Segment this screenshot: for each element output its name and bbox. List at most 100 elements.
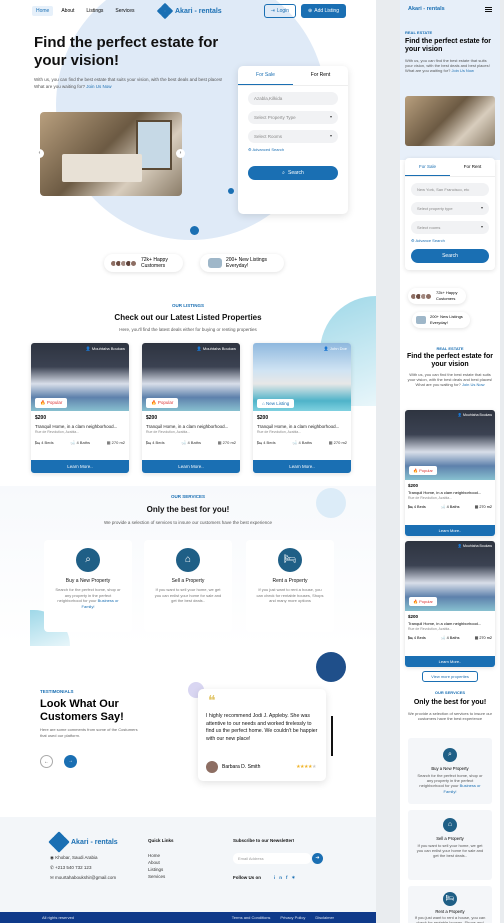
social-icons: inf✶ (274, 874, 299, 881)
author-name: Barbara D. Smith (222, 764, 261, 770)
listing-address: Rue de Revolution, Azabla... (35, 430, 80, 434)
mobile-service-buy[interactable]: ⌕ Buy a New Property Search for the perf… (408, 738, 492, 804)
listings-title: Check out our Latest Listed Properties (114, 313, 262, 322)
listing-desc: Tranquil Home, in a clam neighborhood... (408, 621, 482, 626)
mobile-advanced-search[interactable]: ⚙ Advance Search (411, 238, 489, 243)
listing-address: Rue de Revolution, Azabla... (408, 496, 453, 500)
quote-mark-icon: ❝ (208, 692, 216, 708)
nav-listings[interactable]: Listings (82, 6, 107, 16)
footer-bottom-bar: All rights reserved Terms and Conditions… (0, 912, 376, 923)
tab-for-rent[interactable]: For Rent (293, 66, 348, 85)
mobile-services-subtitle: We provide a selection of services to in… (408, 711, 492, 722)
service-card-buy[interactable]: ⌕ Buy a New Property Search for the perf… (44, 540, 132, 632)
listing-card[interactable]: 👤 Mouhtaha Boukaw 🔥 Popular $200 Tranqui… (142, 343, 240, 473)
bed-icon: 🛏 (408, 636, 413, 640)
listing-card[interactable]: 👤 John Doe ⌂ New Listing $200 Tranquil H… (253, 343, 351, 473)
mobile-advanced-label: Advance Search (415, 238, 445, 243)
search-icon: ⌕ (282, 170, 285, 176)
chevron-down-icon: ▾ (480, 205, 483, 210)
disclaimer-link[interactable]: Disclaimer (315, 915, 334, 920)
advanced-search-link[interactable]: ⚙ Advanced Search (248, 147, 338, 152)
listing-owner: 👤 Mouhtaha Boukaw (457, 413, 492, 417)
learn-more-button[interactable]: Learn More.. (405, 525, 495, 536)
popular-badge: 🔥 Popular (35, 398, 68, 408)
footer-link-about[interactable]: About (148, 859, 160, 866)
twitter-icon[interactable]: ✶ (292, 875, 300, 880)
property-type-select[interactable]: Select Property Type ▾ (248, 111, 338, 124)
footer-link-listings[interactable]: Listings (148, 866, 163, 873)
mobile-service-rent[interactable]: 🛏 Rent a Property If you just want to re… (408, 886, 492, 923)
footer-link-home[interactable]: Home (148, 852, 160, 859)
mobile-join-link-2[interactable]: Join Us Now (462, 382, 484, 387)
footer-link-services[interactable]: Services (148, 873, 165, 880)
mobile-join-link[interactable]: Join Us Now (451, 68, 473, 73)
beds-label: 4 Beds (413, 636, 426, 640)
tab-for-sale[interactable]: For Sale (238, 66, 293, 85)
service-title: Sell a Property (171, 578, 205, 584)
email-placeholder: Email Address (238, 856, 264, 861)
services-title: Only the best for you! (146, 505, 230, 514)
terms-link[interactable]: Terms and Conditions (232, 915, 271, 920)
hero-subtitle: With us, you can find the best estate th… (34, 76, 224, 90)
footer-address: ◉ Khobar, Saudi Arabia (50, 855, 98, 860)
privacy-link[interactable]: Privacy Policy (280, 915, 305, 920)
footer-brand-logo[interactable]: Akari - rentals (48, 831, 118, 853)
add-listing-button[interactable]: ⊕ Add Listing (301, 4, 346, 18)
advanced-search-label: Advanced Search (252, 147, 285, 152)
learn-more-button[interactable]: Learn More.. (405, 656, 495, 667)
mobile-hero-title: Find the perfect estate for your vision (405, 38, 491, 53)
mobile-services-title: Only the best for you! (413, 699, 487, 706)
nav-services[interactable]: Services (111, 6, 138, 16)
carousel-next-arrow-icon[interactable]: › (176, 149, 185, 158)
rooms-select[interactable]: Select Rooms ▾ (248, 130, 338, 143)
nav-about[interactable]: About (57, 6, 78, 16)
newsletter-email-input[interactable]: Email Address (233, 853, 311, 864)
mobile-listing-card[interactable]: 👤 Mouhtaha Boukaw 🔥 Popular $200 Tranqui… (405, 541, 495, 667)
brand-logo[interactable]: Akari - rentals (156, 2, 222, 20)
mobile-tab-rent[interactable]: For Rent (450, 158, 495, 176)
mobile-rooms-select[interactable]: Select rooms ▾ (411, 221, 489, 234)
testimonial-next-arrow-icon[interactable]: → (64, 755, 77, 768)
mobile-brand[interactable]: Akari - rentals (408, 6, 445, 12)
location-input[interactable]: Azabla,Kilkida (248, 92, 338, 105)
newsletter-submit-button[interactable]: ➜ (312, 853, 323, 864)
testimonial-quote: I highly recommend Jodi J. Appleby. She … (206, 713, 318, 742)
beds-label: 4 Beds (41, 440, 54, 445)
beds-count: 🛏 4 Beds (257, 440, 276, 445)
area-size: ▦ 270 m2 (475, 504, 492, 509)
area-icon: ▦ (328, 440, 333, 445)
bed-icon: 🛏 (278, 548, 302, 572)
listing-card[interactable]: 👤 Mouhtaha Boukaw 🔥 Popular $200 Tranqui… (31, 343, 129, 473)
mobile-search-button[interactable]: Search (411, 249, 489, 263)
learn-more-button[interactable]: Learn More.. (253, 460, 351, 473)
service-card-rent[interactable]: 🛏 Rent a Property If you just want to re… (246, 540, 334, 632)
house-thumb-icon (416, 316, 426, 324)
carousel-prev-arrow-icon[interactable]: ‹ (35, 149, 44, 158)
search-button[interactable]: ⌕ Search (248, 166, 338, 180)
decor-dot (228, 188, 234, 194)
testimonial-author: Barbara D. Smith (206, 761, 260, 773)
hamburger-menu-icon[interactable] (485, 7, 492, 12)
service-desc: If you just want to rent a house, you ca… (256, 587, 324, 603)
learn-more-button[interactable]: Learn More.. (31, 460, 129, 473)
service-desc: Search for the perfect home, shop or any… (54, 587, 122, 609)
mobile-listing-card[interactable]: 👤 Mouhtaha Boukaw 🔥 Popular $200 Tranqui… (405, 410, 495, 536)
join-link[interactable]: Join Us Now (86, 84, 111, 89)
baths-count: 🛁 4 Baths (70, 440, 90, 445)
mobile-location-input[interactable]: New York, San Francisco, etc (411, 183, 489, 196)
baths-count: 🛁 4 Baths (181, 440, 201, 445)
login-button[interactable]: ⇥ Login (263, 4, 297, 18)
view-more-properties-button[interactable]: View more properties (422, 671, 478, 682)
testimonial-prev-arrow-icon[interactable]: ← (40, 755, 53, 768)
mobile-tab-sale[interactable]: For Sale (405, 158, 450, 176)
nav-home[interactable]: Home (32, 6, 54, 16)
linkedin-icon[interactable]: in (274, 875, 286, 880)
testimonials-title: Look What Our Customers Say! (40, 698, 124, 723)
mobile-property-type-select[interactable]: Select property type ▾ (411, 202, 489, 215)
learn-more-button[interactable]: Learn More.. (142, 460, 240, 473)
footer-phone: ✆ +213 540 732 123 (50, 865, 92, 870)
mobile-services-label: OUR SERVICES (434, 690, 466, 695)
service-card-sell[interactable]: ⌂ Sell a Property If you want to sell yo… (144, 540, 232, 632)
mobile-service-sell[interactable]: ⌂ Sell a Property If you want to sell yo… (408, 810, 492, 880)
rooms-label: Select Rooms (254, 134, 283, 139)
